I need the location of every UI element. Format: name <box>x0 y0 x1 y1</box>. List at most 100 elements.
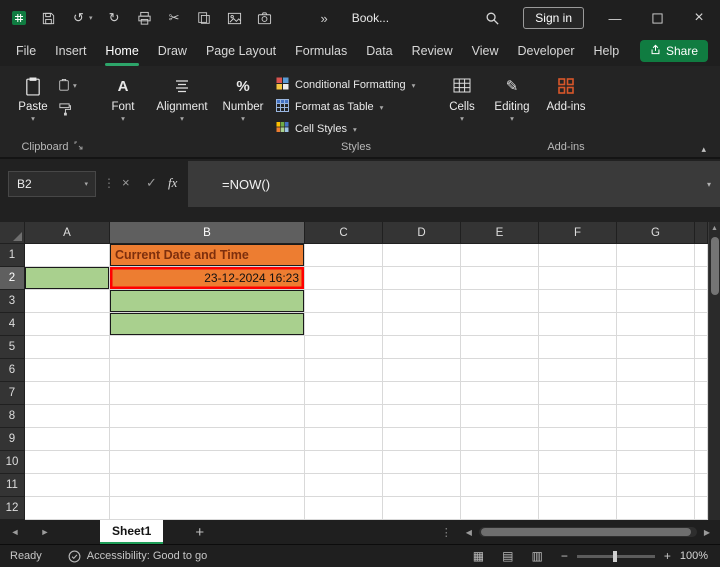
menu-item-home[interactable]: Home <box>105 36 140 66</box>
cell-G5[interactable] <box>617 336 695 359</box>
row-header-12[interactable]: 12 <box>0 497 25 520</box>
picture-icon[interactable] <box>226 10 243 27</box>
cell-overflow-11[interactable] <box>695 474 708 497</box>
vertical-scrollbar[interactable]: ▲ <box>708 222 720 520</box>
cell-F8[interactable] <box>539 405 617 428</box>
sheet-tab-sheet1[interactable]: Sheet1 <box>100 520 164 544</box>
cell-F5[interactable] <box>539 336 617 359</box>
cell-A4[interactable] <box>25 313 110 336</box>
cell-B1[interactable]: Current Date and Time <box>110 244 305 267</box>
print-icon[interactable] <box>136 10 153 27</box>
conditional-formatting-button[interactable]: Conditional Formatting ▾ <box>276 74 436 96</box>
cells-group-button[interactable]: Cells ▾ <box>440 74 484 123</box>
cell-G7[interactable] <box>617 382 695 405</box>
cell-C8[interactable] <box>305 405 383 428</box>
menu-item-formulas[interactable]: Formulas <box>295 36 347 66</box>
app-grid-icon[interactable] <box>10 10 27 27</box>
cell-G11[interactable] <box>617 474 695 497</box>
cell-B10[interactable] <box>110 451 305 474</box>
column-header-A[interactable]: A <box>25 222 110 244</box>
cell-A12[interactable] <box>25 497 110 520</box>
dialog-launcher-icon[interactable] <box>74 141 83 153</box>
alignment-group-button[interactable]: Alignment ▾ <box>152 74 212 123</box>
next-sheet-icon[interactable]: ► <box>30 527 60 537</box>
cell-F1[interactable] <box>539 244 617 267</box>
menu-item-data[interactable]: Data <box>366 36 392 66</box>
copy-icon[interactable] <box>196 10 213 27</box>
cell-C12[interactable] <box>305 497 383 520</box>
select-all-corner[interactable] <box>0 222 25 244</box>
format-painter-button[interactable] <box>58 102 77 116</box>
row-header-9[interactable]: 9 <box>0 428 25 451</box>
cell-F11[interactable] <box>539 474 617 497</box>
menu-item-insert[interactable]: Insert <box>55 36 86 66</box>
row-header-4[interactable]: 4 <box>0 313 25 336</box>
cell-D6[interactable] <box>383 359 461 382</box>
cell-overflow-6[interactable] <box>695 359 708 382</box>
cancel-icon[interactable]: × <box>122 175 130 190</box>
cell-B7[interactable] <box>110 382 305 405</box>
cell-E3[interactable] <box>461 290 539 313</box>
cell-A1[interactable] <box>25 244 110 267</box>
cell-E8[interactable] <box>461 405 539 428</box>
camera-icon[interactable] <box>256 10 273 27</box>
cell-styles-button[interactable]: Cell Styles ▾ <box>276 118 436 140</box>
cell-B11[interactable] <box>110 474 305 497</box>
cell-E10[interactable] <box>461 451 539 474</box>
search-icon[interactable] <box>484 10 501 27</box>
menu-item-view[interactable]: View <box>472 36 499 66</box>
cell-E2[interactable] <box>461 267 539 290</box>
cell-overflow-5[interactable] <box>695 336 708 359</box>
maximize-button[interactable] <box>636 0 678 36</box>
cell-E1[interactable] <box>461 244 539 267</box>
cell-E9[interactable] <box>461 428 539 451</box>
cell-F12[interactable] <box>539 497 617 520</box>
column-header-D[interactable]: D <box>383 222 461 244</box>
zoom-slider-thumb[interactable] <box>612 550 617 562</box>
cell-F9[interactable] <box>539 428 617 451</box>
cell-C7[interactable] <box>305 382 383 405</box>
cell-C3[interactable] <box>305 290 383 313</box>
cell-C9[interactable] <box>305 428 383 451</box>
column-header-B[interactable]: B <box>110 222 305 244</box>
copy-button[interactable]: ▾ <box>58 78 77 92</box>
cell-D12[interactable] <box>383 497 461 520</box>
page-layout-view-icon[interactable]: ▤ <box>502 549 513 563</box>
cell-C2[interactable] <box>305 267 383 290</box>
menu-item-page-layout[interactable]: Page Layout <box>206 36 276 66</box>
cell-G6[interactable] <box>617 359 695 382</box>
menu-item-draw[interactable]: Draw <box>158 36 187 66</box>
sign-in-button[interactable]: Sign in <box>523 7 584 29</box>
cell-C1[interactable] <box>305 244 383 267</box>
cell-G1[interactable] <box>617 244 695 267</box>
row-header-6[interactable]: 6 <box>0 359 25 382</box>
cell-B8[interactable] <box>110 405 305 428</box>
cell-overflow-12[interactable] <box>695 497 708 520</box>
cell-A2[interactable] <box>25 267 110 290</box>
cell-C10[interactable] <box>305 451 383 474</box>
cell-E4[interactable] <box>461 313 539 336</box>
previous-sheet-icon[interactable]: ◄ <box>0 527 30 537</box>
cell-G9[interactable] <box>617 428 695 451</box>
scroll-left-icon[interactable]: ◀ <box>466 528 472 537</box>
vertical-scrollbar-thumb[interactable] <box>711 237 719 295</box>
column-header-partial[interactable] <box>695 222 708 244</box>
formula-input[interactable]: =NOW() ▾ <box>188 161 720 207</box>
cell-F4[interactable] <box>539 313 617 336</box>
zoom-level[interactable]: 100% <box>680 550 708 562</box>
menu-item-file[interactable]: File <box>16 36 36 66</box>
cell-G2[interactable] <box>617 267 695 290</box>
cell-F6[interactable] <box>539 359 617 382</box>
cell-B6[interactable] <box>110 359 305 382</box>
font-group-button[interactable]: A Font ▾ <box>98 74 148 123</box>
cell-B4[interactable] <box>110 313 305 336</box>
collapse-ribbon-icon[interactable]: ▴ <box>701 144 706 155</box>
cell-E6[interactable] <box>461 359 539 382</box>
zoom-in-icon[interactable]: + <box>664 549 671 563</box>
cell-D1[interactable] <box>383 244 461 267</box>
cell-B9[interactable] <box>110 428 305 451</box>
cell-F7[interactable] <box>539 382 617 405</box>
cell-overflow-7[interactable] <box>695 382 708 405</box>
cell-overflow-2[interactable] <box>695 267 708 290</box>
undo-button[interactable]: ↺ ▾ <box>70 10 92 27</box>
